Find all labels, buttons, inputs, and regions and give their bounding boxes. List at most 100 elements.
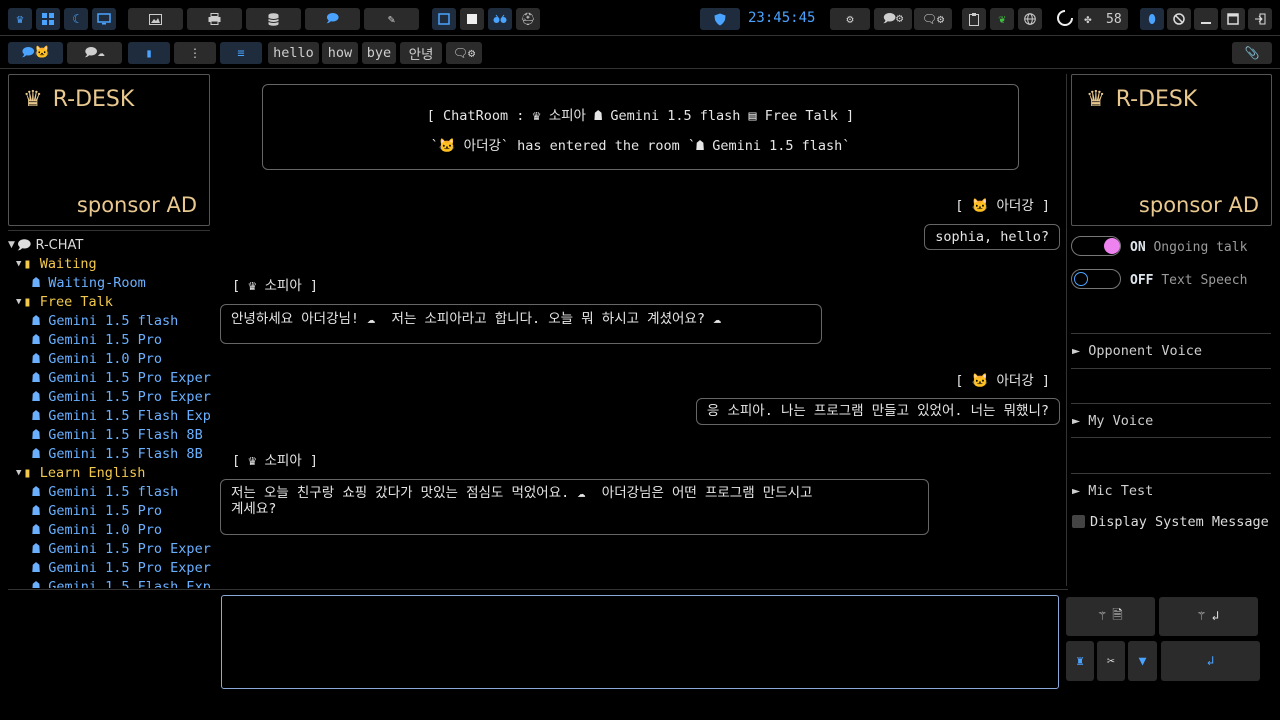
chat-settings-button[interactable]: 🗩⚙ xyxy=(874,8,912,30)
tree-item[interactable]: ☗ Gemini 1.5 Pro Exper xyxy=(8,559,212,578)
text-speech-toggle[interactable] xyxy=(1071,269,1121,289)
tree-item-label: Gemini 1.5 Pro Exper xyxy=(48,560,211,576)
chat-settings2-button[interactable]: 🗨⚙ xyxy=(914,8,952,30)
exit-button[interactable] xyxy=(1248,8,1272,30)
tree-item[interactable]: ☗ Gemini 1.5 Pro xyxy=(8,502,212,521)
block-button[interactable] xyxy=(1167,8,1191,30)
tree-item[interactable]: ☗ Gemini 1.5 Pro Exper xyxy=(8,388,212,407)
database-button[interactable] xyxy=(246,8,301,30)
tree-item[interactable]: ☗ Gemini 1.5 Flash Exp xyxy=(8,407,212,426)
maximize-button[interactable] xyxy=(1221,8,1245,30)
tree-item[interactable]: ☗ Gemini 1.5 Pro Exper xyxy=(8,540,212,559)
moon-icon: ☾ xyxy=(72,12,80,26)
attach-button[interactable]: 📎 xyxy=(1232,42,1272,64)
globe-icon xyxy=(1024,13,1036,25)
cut-button[interactable]: ✂ xyxy=(1097,641,1125,681)
vpn-button[interactable] xyxy=(700,8,740,30)
message-input[interactable] xyxy=(221,595,1059,689)
toolbar2-divider xyxy=(0,68,1280,69)
chat-cloud-button[interactable]: 🗩☁ xyxy=(67,42,122,64)
chat-button[interactable]: 🗩 xyxy=(305,8,360,30)
chat-cat-button[interactable]: 🗩🐱 xyxy=(8,42,63,64)
home-icon: ☗ xyxy=(32,522,49,538)
tree-item[interactable]: ☗ Gemini 1.5 Flash 8B xyxy=(8,426,212,445)
clipboard-icon xyxy=(969,12,979,26)
dropdown-button[interactable]: ▼ xyxy=(1128,641,1157,681)
glasses-button[interactable] xyxy=(488,8,512,30)
square-filled-icon xyxy=(467,14,477,24)
tree-item[interactable]: ☗ Gemini 1.5 flash xyxy=(8,312,212,331)
tree-item[interactable]: ☗ Gemini 1.0 Pro xyxy=(8,521,212,540)
toggle-text: Text Speech xyxy=(1161,273,1248,288)
tree-item[interactable]: ☗ Gemini 1.5 Flash Exp xyxy=(8,578,212,588)
tree-item-label: Gemini 1.5 flash xyxy=(48,313,179,329)
castle-button[interactable]: ♜ xyxy=(1066,641,1094,681)
tree-root[interactable]: ▼ 🗩 R-CHAT xyxy=(8,236,212,255)
sponsor-ad[interactable]: sponsor AD xyxy=(77,193,197,217)
tree-item[interactable]: ☗ Gemini 1.5 Pro xyxy=(8,331,212,350)
monitor-button[interactable] xyxy=(92,8,116,30)
more-vertical-button[interactable]: ⋮ xyxy=(174,42,216,64)
brand-name: R-DESK xyxy=(52,87,135,112)
tree-folder-waiting[interactable]: ▼ ▮ Waiting xyxy=(8,255,212,274)
user-button[interactable]: ⛑ xyxy=(516,8,540,30)
chat-gear2-icon: 🗨⚙ xyxy=(921,12,945,26)
mic-test-expander[interactable]: ► Mic Test xyxy=(1072,483,1153,499)
maximize-icon xyxy=(1227,13,1239,25)
ongoing-talk-toggle[interactable] xyxy=(1071,236,1121,256)
send-button[interactable]: ↲ xyxy=(1161,641,1260,681)
castle-icon: ♜ xyxy=(1076,653,1084,669)
print-button[interactable] xyxy=(187,8,242,30)
display-system-message-checkbox[interactable] xyxy=(1072,515,1085,528)
tree-item-label: Gemini 1.5 Pro xyxy=(48,503,163,519)
magic-wand-icon: ⚚ xyxy=(1197,609,1206,624)
quick-word-annyeong[interactable]: 안녕 xyxy=(400,42,442,64)
separator xyxy=(1071,368,1271,369)
pen-button[interactable]: ✎ xyxy=(364,8,419,30)
crown-icon: ♛ xyxy=(16,12,24,26)
home-icon: ☗ xyxy=(32,579,49,588)
leaf-button[interactable]: ❦ xyxy=(990,8,1014,30)
quick-word-settings-button[interactable]: 🗨⚙ xyxy=(446,42,482,64)
minimize-button[interactable] xyxy=(1194,8,1218,30)
home-icon: ☗ xyxy=(32,560,49,576)
app-icon-button[interactable]: ♛ xyxy=(8,8,32,30)
tree-item[interactable]: ☗ Gemini 1.5 Pro Exper xyxy=(8,369,212,388)
tree-item[interactable]: ☗ Gemini 1.5 Flash 8B xyxy=(8,445,212,464)
document-icon: 🗎 xyxy=(1112,607,1123,623)
quick-word-hello[interactable]: hello xyxy=(268,42,319,64)
tree-item-label: Gemini 1.5 Pro xyxy=(48,332,163,348)
quick-word-bye[interactable]: bye xyxy=(362,42,396,64)
window-fill-button[interactable] xyxy=(460,8,484,30)
magic-document-button[interactable]: ⚚ 🗎 xyxy=(1066,597,1155,636)
sponsor-ad[interactable]: sponsor AD xyxy=(1139,193,1259,217)
tree-folder-free-talk[interactable]: ▼ ▮ Free Talk xyxy=(8,293,212,312)
hat-icon: ⛑ xyxy=(520,12,536,26)
more-vertical-icon: ⋮ xyxy=(189,46,201,60)
my-voice-expander[interactable]: ► My Voice xyxy=(1072,413,1153,429)
window-outline-button[interactable] xyxy=(432,8,456,30)
tree-item[interactable]: ☗ Gemini 1.5 flash xyxy=(8,483,212,502)
tree-item[interactable]: ☗ Waiting-Room xyxy=(8,274,212,293)
tree-item[interactable]: ☗ Gemini 1.0 Pro xyxy=(8,350,212,369)
globe-button[interactable] xyxy=(1018,8,1042,30)
users-counter[interactable]: ✤ 58 xyxy=(1078,8,1128,30)
tree-folder-learn-english[interactable]: ▼ ▮ Learn English xyxy=(8,464,212,483)
settings-button[interactable]: ⚙ xyxy=(830,8,870,30)
bookmark-button[interactable]: ▮ xyxy=(128,42,170,64)
enter-icon: ↲ xyxy=(1206,653,1215,669)
brand-logo: ♛ R-DESK xyxy=(23,87,134,112)
message-speaker: [ 🐱 아더강 ] xyxy=(955,373,1050,389)
image-button[interactable] xyxy=(128,8,183,30)
clipboard-button[interactable] xyxy=(962,8,986,30)
night-mode-button[interactable]: ☾ xyxy=(64,8,88,30)
menu-button[interactable]: ≡ xyxy=(220,42,262,64)
quick-word-how[interactable]: how xyxy=(322,42,358,64)
opponent-voice-expander[interactable]: ► Opponent Voice xyxy=(1072,343,1202,359)
leaf-icon: ❦ xyxy=(998,12,1006,26)
pill-button[interactable]: ⬮ xyxy=(1140,8,1164,30)
magic-enter-button[interactable]: ⚚ ↲ xyxy=(1159,597,1258,636)
windows-icon xyxy=(42,13,54,25)
clock: 23:45:45 xyxy=(748,10,816,26)
windows-icon-button[interactable] xyxy=(36,8,60,30)
